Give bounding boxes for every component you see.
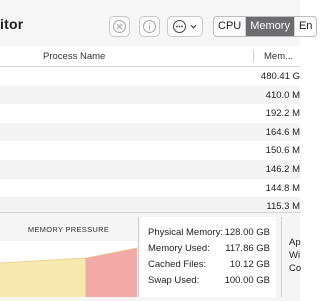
- tab-memory[interactable]: Memory: [246, 17, 295, 36]
- table-row[interactable]: 146.2 M: [0, 159, 300, 179]
- window-title: itor: [0, 16, 24, 32]
- swap-used-stat: Swap Used: 100.00 GB: [148, 275, 270, 286]
- memory-value: 164.6 M: [265, 126, 300, 138]
- stat-value: 117.86 GB: [225, 243, 270, 254]
- memory-value: 115.3 M: [266, 201, 300, 213]
- table-row[interactable]: 192.2 M: [0, 104, 300, 123]
- memory-used-stat: Memory Used: 117.86 GB: [148, 243, 270, 254]
- table-row[interactable]: 164.6 M: [0, 122, 300, 142]
- table-row[interactable]: 144.8 M: [0, 179, 300, 198]
- view-segmented-control: CPU Memory En: [213, 16, 318, 37]
- stat-label: Cached Files:: [148, 259, 207, 270]
- memory-summary-panel: MEMORY PRESSURE Physical Memory: 128.00 …: [0, 212, 302, 301]
- info-icon: [143, 20, 156, 33]
- table-row[interactable]: 150.6 M: [0, 141, 300, 160]
- stat-value: 100.00 GB: [224, 275, 270, 286]
- ellipsis-circle-icon: [173, 20, 186, 33]
- column-memory[interactable]: Mem...: [264, 51, 293, 62]
- legend-app-memory: Ap: [289, 237, 301, 248]
- memory-value: 150.6 M: [265, 145, 300, 157]
- tab-cpu[interactable]: CPU: [214, 17, 247, 36]
- process-list: 480.41 G 410.0 M 192.2 M 164.6 M 150.6 M…: [0, 67, 300, 216]
- table-header: Process Name Mem...: [0, 46, 300, 67]
- table-row[interactable]: 410.0 M: [0, 85, 300, 105]
- stat-label: Swap Used:: [148, 275, 200, 286]
- memory-value: 410.0 M: [265, 89, 300, 101]
- cached-files-stat: Cached Files: 10.12 GB: [148, 259, 270, 270]
- stat-value: 128.00 GB: [224, 227, 270, 238]
- legend-wired-memory: Wi: [289, 250, 301, 261]
- column-process-name[interactable]: Process Name: [43, 51, 105, 62]
- pressure-yellow-area: [0, 258, 86, 297]
- table-row[interactable]: 480.41 G: [0, 67, 300, 86]
- stop-process-button[interactable]: [109, 16, 130, 37]
- panel-divider: [281, 217, 282, 297]
- physical-memory-stat: Physical Memory: 128.00 GB: [148, 227, 270, 238]
- more-actions-button[interactable]: [167, 16, 203, 37]
- inspect-button[interactable]: [139, 16, 160, 37]
- memory-stats: Physical Memory: 128.00 GB Memory Used: …: [140, 217, 276, 297]
- memory-value: 192.2 M: [265, 108, 300, 120]
- memory-pressure-title: MEMORY PRESSURE: [27, 225, 110, 234]
- memory-value: 480.41 G: [260, 71, 300, 82]
- memory-pressure-graph: [0, 241, 137, 297]
- chevron-down-icon: [190, 24, 197, 29]
- stat-label: Physical Memory:: [148, 227, 223, 238]
- memory-value: 144.8 M: [265, 182, 300, 194]
- tab-energy[interactable]: En: [295, 17, 316, 36]
- panel-divider: [138, 217, 139, 297]
- memory-value: 146.2 M: [265, 163, 300, 175]
- legend-compressed: Co: [289, 263, 302, 274]
- column-divider[interactable]: [253, 50, 254, 62]
- close-circle-icon: [113, 20, 126, 33]
- stat-label: Memory Used:: [148, 243, 210, 254]
- stat-value: 10.12 GB: [229, 259, 270, 270]
